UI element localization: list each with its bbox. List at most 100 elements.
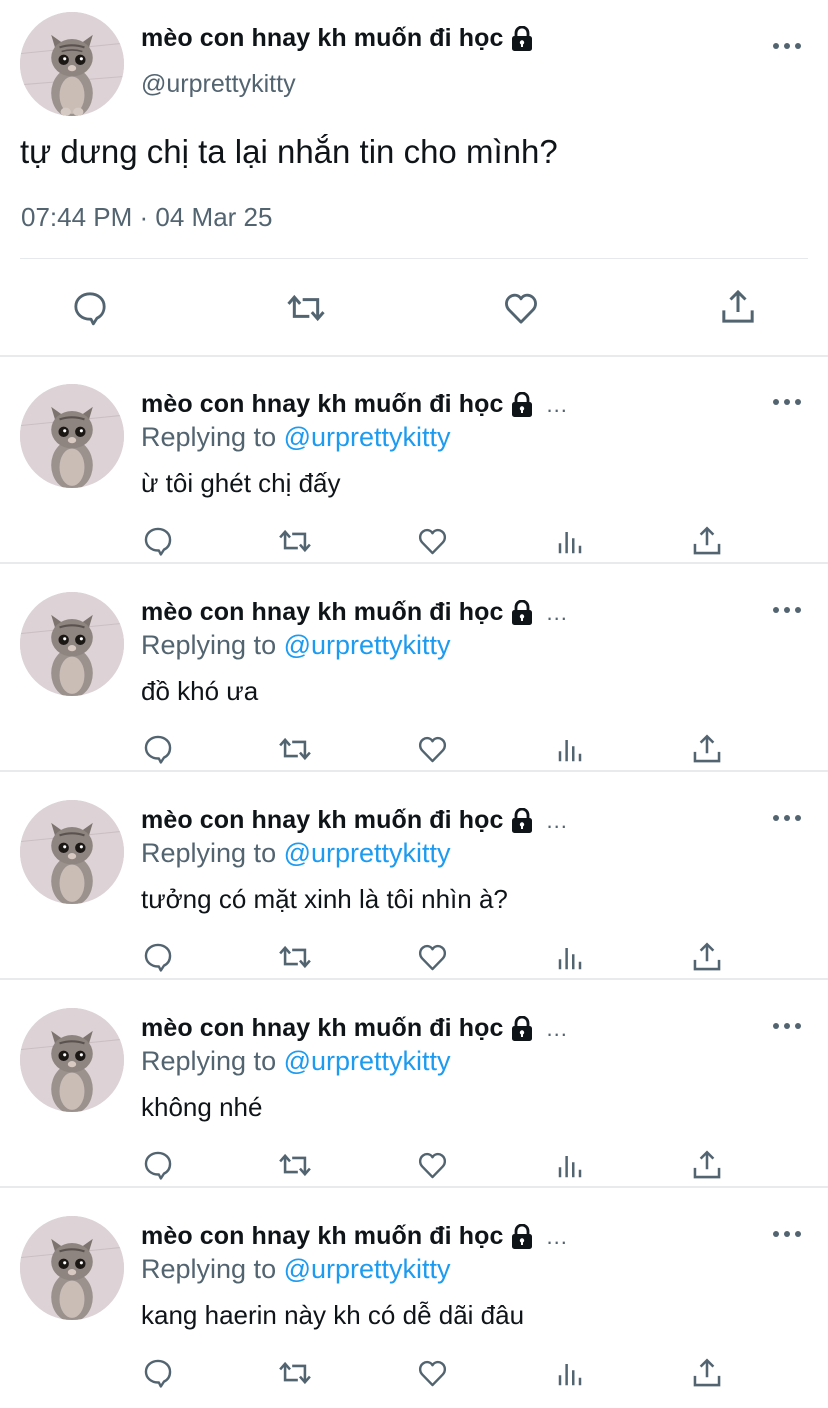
name-row: mèo con hnay kh muốn đi học ... [141,806,568,835]
avatar[interactable] [20,592,124,696]
avatar[interactable] [20,384,124,488]
tweet-actions [0,940,828,976]
replying-prefix: Replying to [141,1046,284,1076]
lock-icon [510,391,534,418]
replying-to: Replying to @urprettykitty [141,1046,451,1077]
analytics-icon[interactable] [555,942,585,974]
display-name[interactable]: mèo con hnay kh muốn đi học [141,598,503,627]
share-icon[interactable] [690,524,724,558]
replying-to: Replying to @urprettykitty [141,838,451,869]
tweet-actions [0,1356,828,1392]
mention-link[interactable]: @urprettykitty [284,422,451,452]
mention-link[interactable]: @urprettykitty [284,838,451,868]
like-icon[interactable] [415,940,450,974]
reply-icon[interactable] [70,288,110,328]
reply-icon[interactable] [141,1148,175,1182]
avatar[interactable] [20,800,124,904]
avatar[interactable] [20,1216,124,1320]
mention-link[interactable]: @urprettykitty [284,1046,451,1076]
retweet-icon[interactable] [276,1148,314,1182]
kitten-photo [20,1216,124,1320]
more-options-icon[interactable] [772,1229,802,1239]
share-icon[interactable] [690,1356,724,1390]
truncation-ellipsis: ... [546,807,568,833]
truncation-ellipsis: ... [546,599,568,625]
name-row: mèo con hnay kh muốn đi học ... [141,390,568,419]
truncation-ellipsis: ... [546,1015,568,1041]
more-options-icon[interactable] [772,813,802,823]
mention-link[interactable]: @urprettykitty [284,1254,451,1284]
analytics-icon[interactable] [555,526,585,558]
lock-icon [510,807,534,834]
retweet-icon[interactable] [276,1356,314,1390]
display-name[interactable]: mèo con hnay kh muốn đi học [141,1222,503,1251]
share-icon[interactable] [690,940,724,974]
reply-icon[interactable] [141,524,175,558]
tweet-actions [0,1148,828,1184]
share-icon[interactable] [690,1148,724,1182]
display-name[interactable]: mèo con hnay kh muốn đi học [141,24,503,53]
replying-prefix: Replying to [141,1254,284,1284]
like-icon[interactable] [415,1148,450,1182]
display-name[interactable]: mèo con hnay kh muốn đi học [141,806,503,835]
more-options-icon[interactable] [772,41,802,51]
avatar[interactable] [20,1008,124,1112]
divider [20,258,808,259]
retweet-icon[interactable] [284,288,328,328]
reply-tweet[interactable]: mèo con hnay kh muốn đi học ... Replying… [0,772,828,980]
share-icon[interactable] [718,286,758,328]
replying-prefix: Replying to [141,838,284,868]
truncation-ellipsis: ... [546,1223,568,1249]
name-row: mèo con hnay kh muốn đi học [141,24,534,53]
display-name[interactable]: mèo con hnay kh muốn đi học [141,390,503,419]
replying-to: Replying to @urprettykitty [141,1254,451,1285]
tweet-text: kang haerin này kh có dễ dãi đâu [141,1300,525,1330]
more-options-icon[interactable] [772,1021,802,1031]
replying-prefix: Replying to [141,630,284,660]
like-icon[interactable] [415,524,450,558]
more-options-icon[interactable] [772,397,802,407]
retweet-icon[interactable] [276,524,314,558]
kitten-photo [20,384,124,488]
tweet-actions [0,732,828,768]
reply-tweet[interactable]: mèo con hnay kh muốn đi học ... Replying… [0,564,828,772]
share-icon[interactable] [690,732,724,766]
reply-icon[interactable] [141,732,175,766]
tweet-actions [0,524,828,560]
tweet-actions [0,284,828,330]
retweet-icon[interactable] [276,940,314,974]
retweet-icon[interactable] [276,732,314,766]
name-row: mèo con hnay kh muốn đi học ... [141,598,568,627]
kitten-photo [20,592,124,696]
reply-tweet[interactable]: mèo con hnay kh muốn đi học ... Replying… [0,356,828,564]
handle[interactable]: @urprettykitty [141,70,296,99]
like-icon[interactable] [415,732,450,766]
tweet-text: không nhé [141,1092,263,1122]
reply-icon[interactable] [141,940,175,974]
reply-icon[interactable] [141,1356,175,1390]
replying-to: Replying to @urprettykitty [141,422,451,453]
tweet-text: ừ tôi ghét chị đấy [141,468,341,498]
main-tweet: mèo con hnay kh muốn đi học @urprettykit… [0,0,828,356]
tweet-text: tự dưng chị ta lại nhắn tin cho mình? [20,133,558,170]
tweet-text: đồ khó ưa [141,676,259,706]
reply-tweet[interactable]: mèo con hnay kh muốn đi học ... Replying… [0,1188,828,1396]
analytics-icon[interactable] [555,1150,585,1182]
name-row: mèo con hnay kh muốn đi học ... [141,1014,568,1043]
like-icon[interactable] [415,1356,450,1390]
display-name[interactable]: mèo con hnay kh muốn đi học [141,1014,503,1043]
timestamp[interactable]: 07:44 PM · 04 Mar 25 [21,202,272,233]
avatar[interactable] [20,12,124,116]
lock-icon [510,1223,534,1250]
lock-icon [510,599,534,626]
more-options-icon[interactable] [772,605,802,615]
analytics-icon[interactable] [555,1358,585,1390]
mention-link[interactable]: @urprettykitty [284,630,451,660]
replying-to: Replying to @urprettykitty [141,630,451,661]
kitten-photo [20,1008,124,1112]
lock-icon [510,1015,534,1042]
kitten-photo [20,12,124,116]
reply-tweet[interactable]: mèo con hnay kh muốn đi học ... Replying… [0,980,828,1188]
analytics-icon[interactable] [555,734,585,766]
like-icon[interactable] [500,288,542,328]
